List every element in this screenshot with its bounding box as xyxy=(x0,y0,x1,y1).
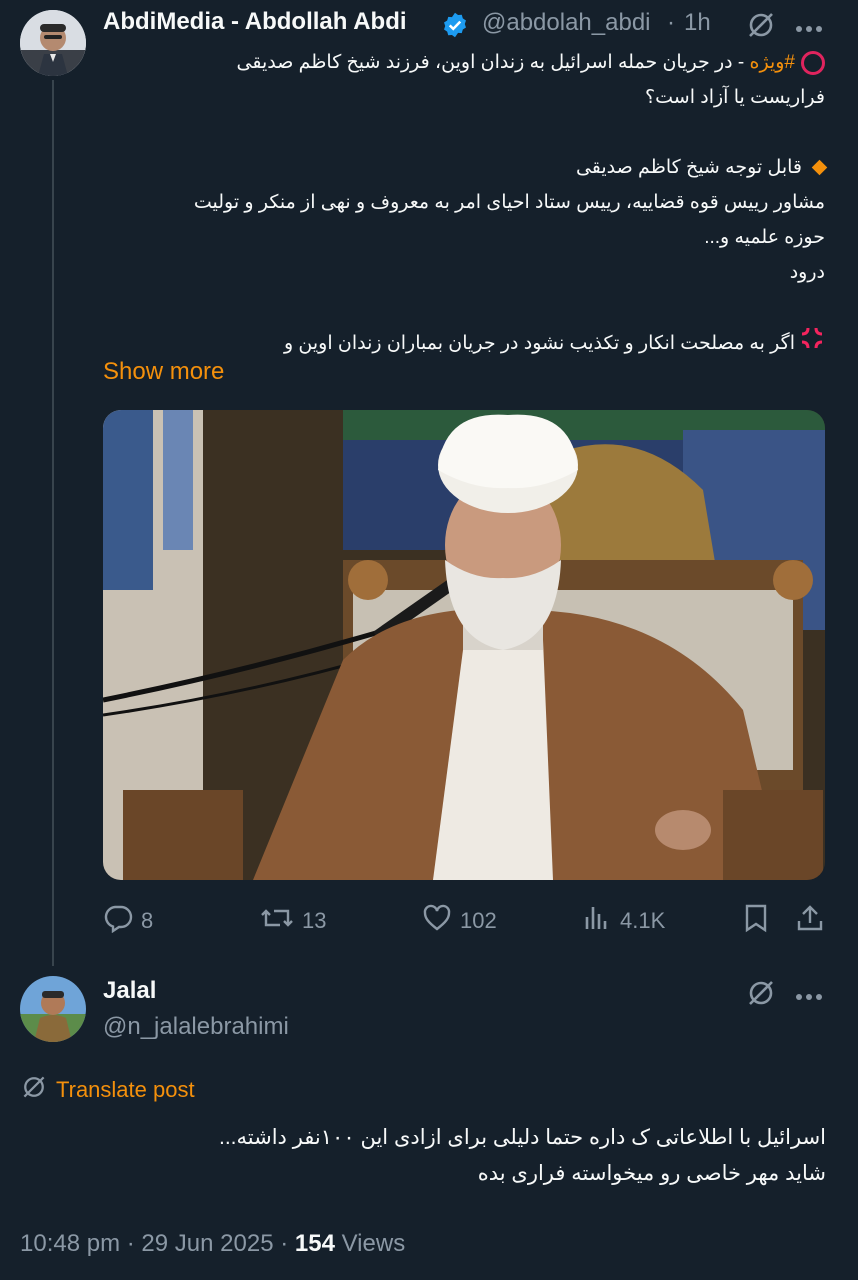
reply-author-name[interactable]: Jalal xyxy=(103,977,156,1005)
views-button[interactable]: 4.1K xyxy=(582,903,665,939)
reply-meta: 10:48 pm · 29 Jun 2025 · 154 Views xyxy=(20,1230,405,1258)
views-count: 4.1K xyxy=(620,908,666,933)
grok-icon[interactable] xyxy=(745,977,777,1014)
like-count: 102 xyxy=(460,908,497,933)
reply-icon xyxy=(103,903,133,939)
reply-views-count: 154 xyxy=(294,1230,335,1257)
reply-date[interactable]: 29 Jun 2025 xyxy=(141,1230,273,1257)
more-icon[interactable] xyxy=(795,20,823,38)
anger-icon xyxy=(799,325,825,363)
reply-avatar[interactable] xyxy=(20,976,86,1042)
hashtag-link[interactable]: #ویژه xyxy=(750,52,795,73)
tweet-time[interactable]: 1h xyxy=(684,9,711,37)
tweet-line-5: حوزه علمیه و... xyxy=(704,227,825,248)
tweet-line-6: درود xyxy=(789,262,825,283)
translate-icon xyxy=(20,1073,48,1106)
reply-line-1: اسرائیل با اطلاعاتی ک داره حتما دلیلی بر… xyxy=(219,1126,826,1149)
author-avatar[interactable] xyxy=(20,10,86,76)
orange-diamond-icon xyxy=(811,160,828,176)
tweet-body: #ویژه - در جریان حمله اسرائیل به زندان ا… xyxy=(103,45,828,363)
reply-time[interactable]: 10:48 pm xyxy=(20,1230,120,1257)
bookmark-icon[interactable] xyxy=(742,903,770,938)
dot-separator: · xyxy=(667,9,675,36)
like-icon xyxy=(422,903,452,939)
meta-dot: · xyxy=(126,1230,135,1257)
reply-views-label: Views xyxy=(341,1230,406,1257)
share-icon[interactable] xyxy=(795,903,825,938)
more-icon[interactable] xyxy=(795,988,823,1006)
repost-button[interactable]: 13 xyxy=(260,903,326,939)
grok-icon[interactable] xyxy=(745,9,777,46)
translate-post-button[interactable]: Translate post xyxy=(20,1073,195,1106)
tweet-line-2: فراریست یا آزاد است؟ xyxy=(645,87,825,108)
author-handle[interactable]: @abdolah_abdi xyxy=(482,9,651,37)
thread-line xyxy=(52,80,54,966)
show-more-link[interactable]: Show more xyxy=(103,358,224,386)
reply-author-handle[interactable]: @n_jalalebrahimi xyxy=(103,1013,289,1041)
like-button[interactable]: 102 xyxy=(422,903,497,939)
reply-line-2: شاید مهر خاصی رو میخواسته فراری بده xyxy=(477,1162,826,1185)
repost-icon xyxy=(260,903,294,939)
reply-button[interactable]: 8 xyxy=(103,903,153,939)
verified-badge-icon xyxy=(441,11,469,44)
reply-count: 8 xyxy=(141,908,154,933)
reply-body: اسرائیل با اطلاعاتی ک داره حتما دلیلی بر… xyxy=(20,1120,826,1192)
translate-label: Translate post xyxy=(56,1076,195,1102)
tweet-line-4: مشاور رییس قوه قضاییه، رییس ستاد احیای ا… xyxy=(193,192,825,213)
red-circle-icon xyxy=(801,50,825,75)
meta-dot: · xyxy=(280,1230,289,1257)
author-name[interactable]: AbdiMedia - Abdollah Abdi xyxy=(103,8,407,36)
tweet-photo[interactable] xyxy=(103,410,825,880)
views-icon xyxy=(582,903,612,939)
tweet-line-1: #ویژه - در جریان حمله اسرائیل به زندان ا… xyxy=(103,45,825,80)
repost-count: 13 xyxy=(302,908,327,933)
tweet-line-3: قابل توجه شیخ کاظم صدیقی xyxy=(103,150,828,185)
